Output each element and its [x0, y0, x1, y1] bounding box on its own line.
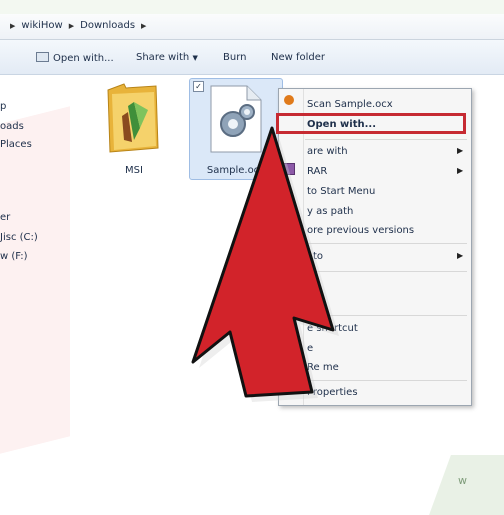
- pointer-arrow-icon: [191, 126, 339, 402]
